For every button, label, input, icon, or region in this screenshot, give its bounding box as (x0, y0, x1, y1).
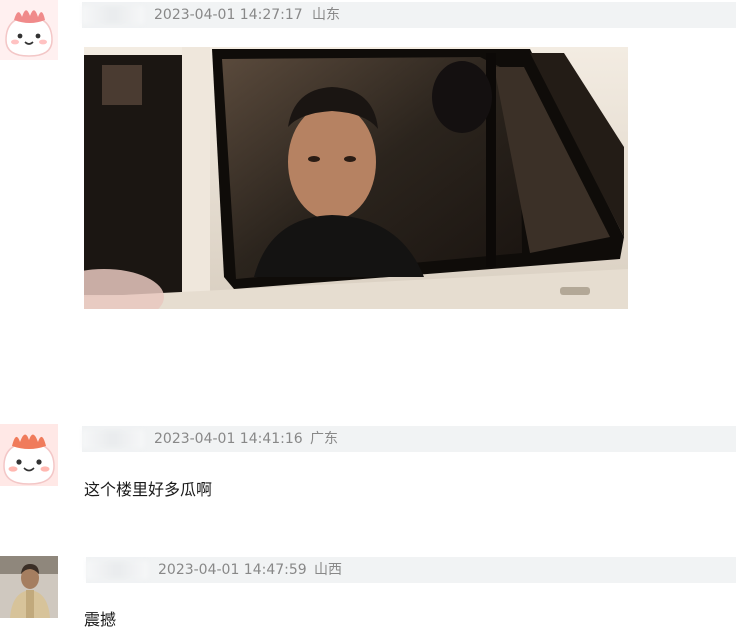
comment-image[interactable] (84, 47, 628, 309)
comment-timestamp: 2023-04-01 14:47:59 (158, 562, 307, 578)
comment-meta: 2023-04-01 14:41:16 广东 (82, 426, 736, 452)
user-avatar[interactable] (0, 424, 58, 486)
car-photo-image (84, 47, 628, 309)
dumpling-avatar-icon (0, 424, 58, 486)
user-avatar[interactable] (0, 0, 58, 60)
blurred-username (82, 430, 144, 448)
comment-item: 2023-04-01 14:41:16 广东 这个楼里好多瓜啊 (0, 420, 736, 530)
comment-text: 这个楼里好多瓜啊 (84, 480, 213, 499)
user-avatar[interactable] (0, 556, 58, 618)
comment-location: 山西 (314, 562, 342, 578)
comment-item: 2023-04-01 14:27:17 山东 (0, 0, 736, 330)
comment-meta: 2023-04-01 14:47:59 山西 (86, 557, 736, 583)
blurred-username (86, 561, 148, 579)
person-avatar-icon (0, 556, 58, 618)
comment-text: 震撼 (84, 610, 117, 629)
comment-timestamp: 2023-04-01 14:41:16 (154, 431, 303, 447)
comment-timestamp: 2023-04-01 14:27:17 (154, 7, 303, 23)
comment-location: 山东 (312, 7, 340, 23)
comment-location: 广东 (310, 431, 338, 447)
dumpling-avatar-icon (0, 0, 58, 60)
comment-meta: 2023-04-01 14:27:17 山东 (82, 2, 736, 28)
comment-item: 2023-04-01 14:47:59 山西 震撼 (0, 550, 736, 632)
blurred-username (82, 6, 144, 24)
